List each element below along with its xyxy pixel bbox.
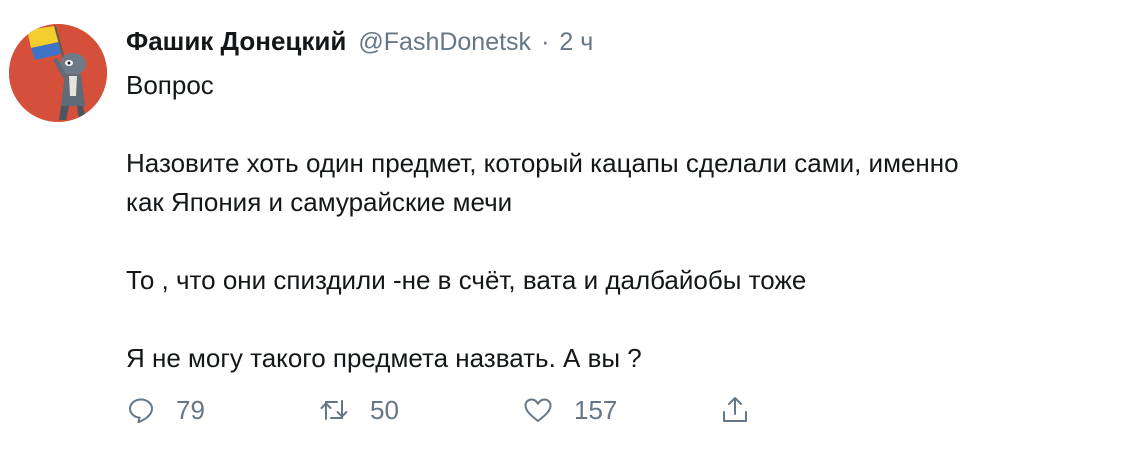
- like-button[interactable]: 157: [522, 390, 617, 430]
- retweet-count: 50: [370, 394, 399, 425]
- tweet-actions: 79 50 157: [126, 390, 826, 430]
- heart-icon: [522, 395, 554, 425]
- tweet-paragraph: То , что они спиздили -не в счёт, вата и…: [126, 265, 807, 295]
- tweet-header: Фашик Донецкий @FashDonetsk · 2 ч: [126, 20, 1131, 62]
- author-display-name[interactable]: Фашик Донецкий: [126, 20, 346, 62]
- share-button[interactable]: [720, 390, 750, 430]
- like-count: 157: [574, 394, 618, 425]
- reply-count: 79: [176, 394, 205, 425]
- header-separator: ·: [541, 28, 550, 56]
- tweet-paragraph: Я не могу такого предмета назвать. А вы …: [126, 343, 642, 373]
- avatar[interactable]: [9, 24, 107, 122]
- share-icon: [720, 394, 750, 426]
- retweet-icon: [318, 395, 350, 425]
- author-handle[interactable]: @FashDonetsk: [358, 21, 531, 63]
- tweet-paragraph: Назовите хоть один предмет, который каца…: [126, 148, 959, 217]
- reply-icon: [126, 395, 156, 425]
- tweet-text: Вопрос Назовите хоть один предмет, котор…: [126, 66, 1131, 378]
- tweet[interactable]: Фашик Донецкий @FashDonetsk · 2 ч Вопрос…: [0, 0, 1140, 457]
- retweet-button[interactable]: 50: [318, 390, 399, 430]
- tweet-paragraph: Вопрос: [126, 70, 214, 100]
- tweet-timestamp[interactable]: 2 ч: [559, 21, 593, 63]
- reply-button[interactable]: 79: [126, 390, 205, 430]
- avatar-image: [9, 24, 107, 122]
- tweet-content: Фашик Донецкий @FashDonetsk · 2 ч Вопрос…: [126, 20, 1131, 378]
